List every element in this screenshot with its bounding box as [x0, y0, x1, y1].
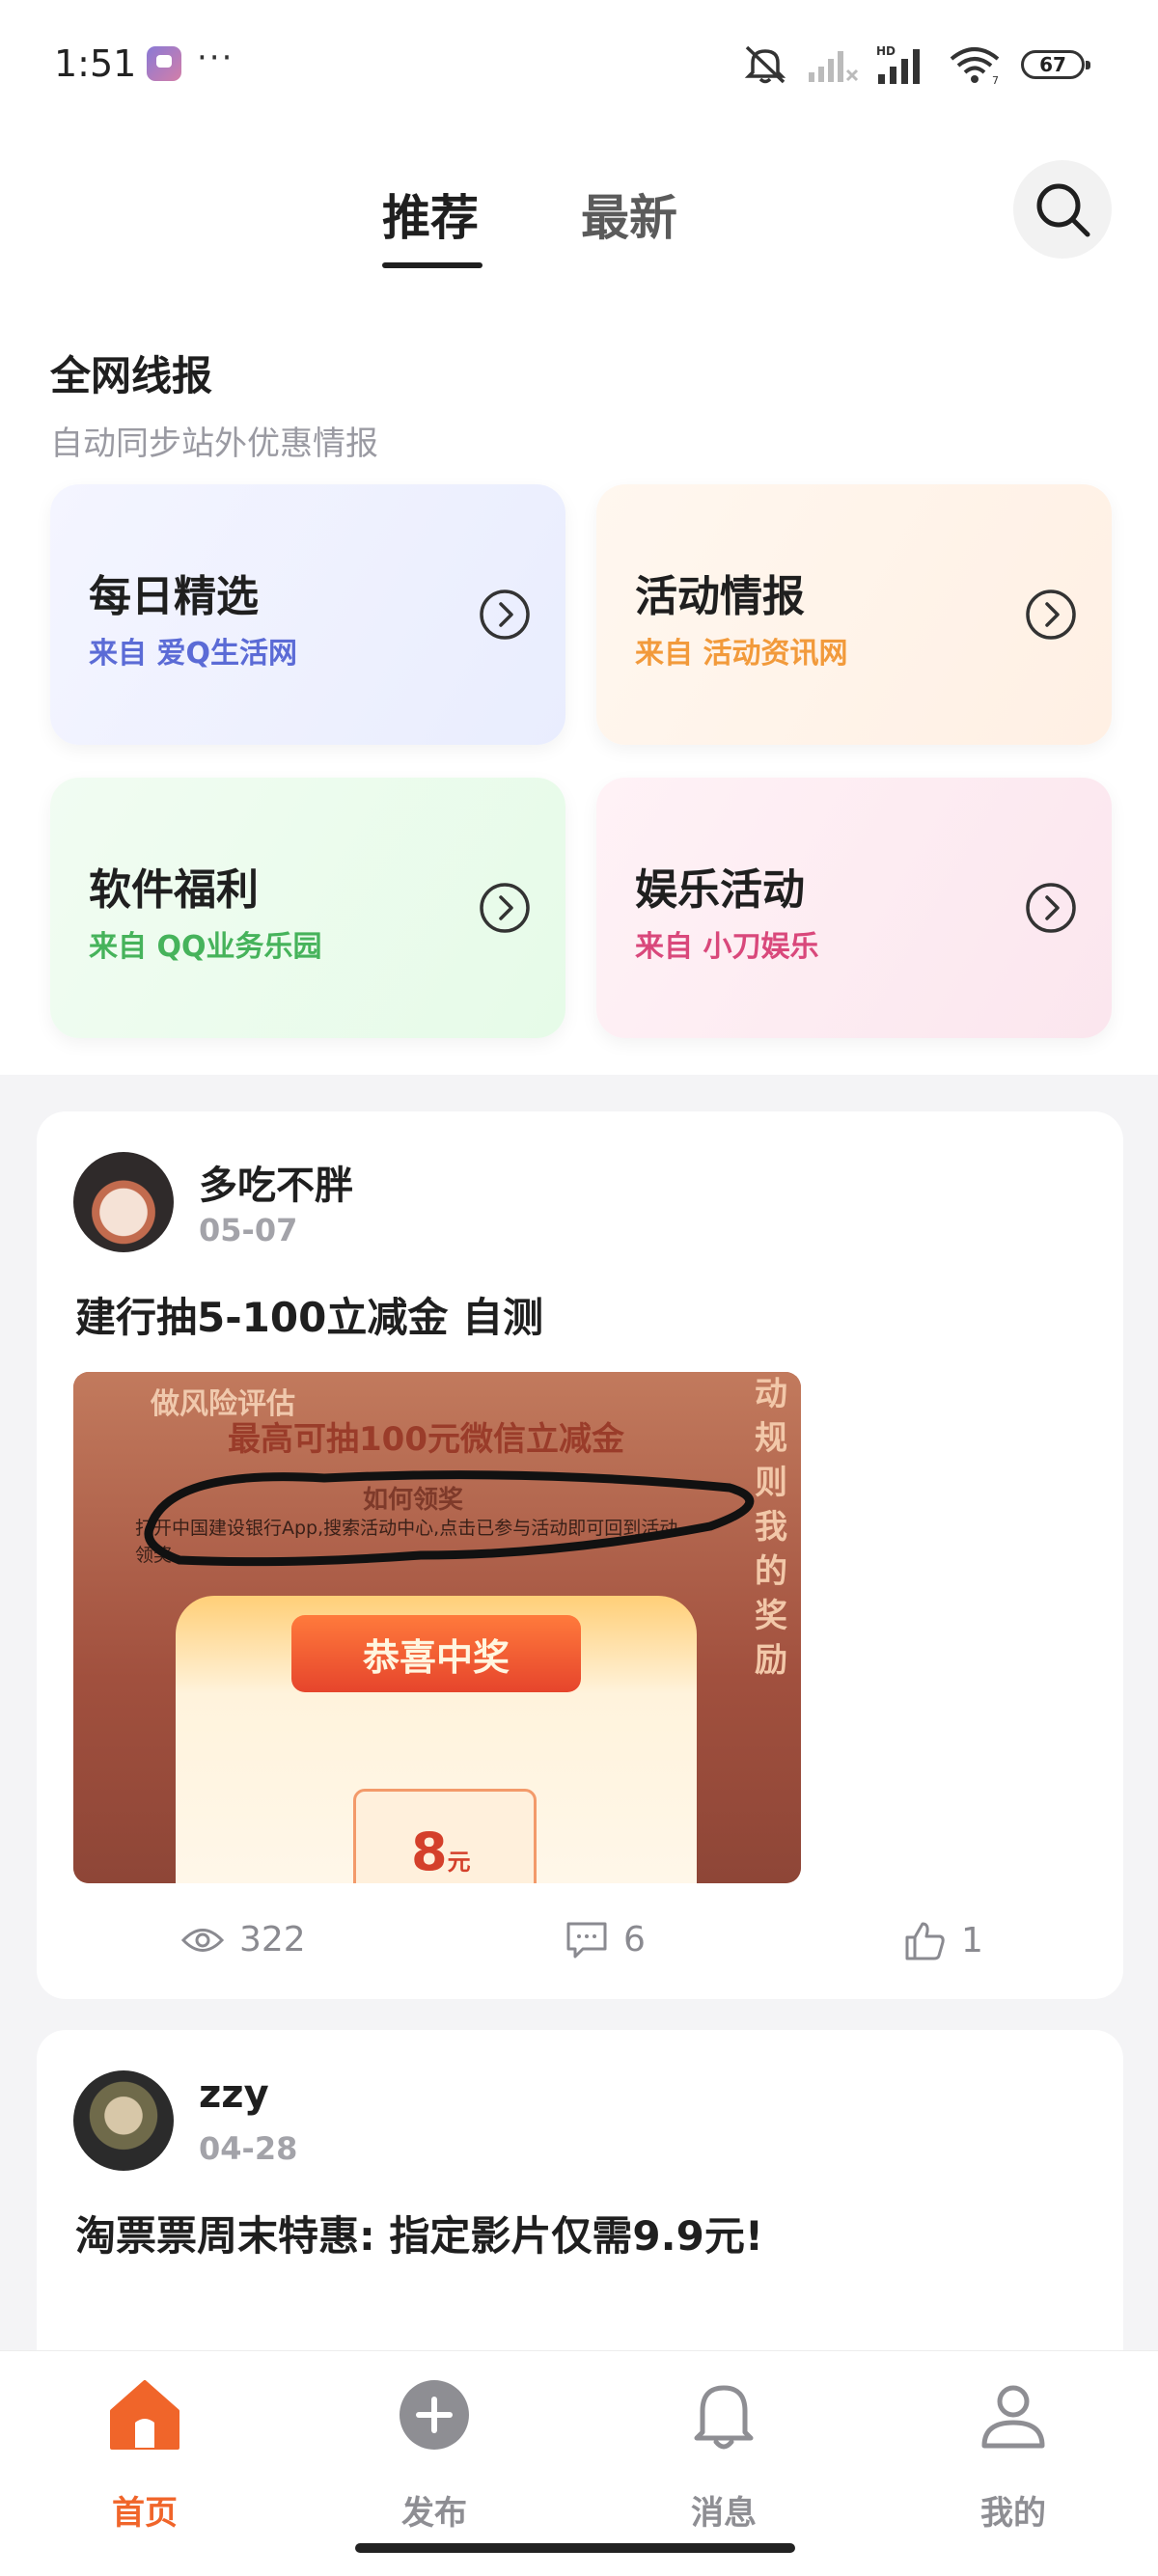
battery-icon: 67 — [1021, 50, 1090, 79]
chevron-right-circle-icon — [480, 883, 530, 933]
card-title: 活动情报 — [635, 572, 805, 621]
section-subtitle: 自动同步站外优惠情报 — [50, 425, 378, 463]
card-software-perks[interactable]: 软件福利 来自 QQ业务乐园 — [50, 778, 565, 1038]
image-text: 恭喜中奖 — [291, 1615, 581, 1692]
post-stats: 322 6 1 — [37, 1920, 1123, 1978]
views-count: 322 — [239, 1920, 306, 1959]
likes-count: 1 — [961, 1920, 983, 1960]
chevron-right-circle-icon — [480, 589, 530, 640]
card-source: 来自 QQ业务乐园 — [89, 930, 322, 964]
comments-count: 6 — [623, 1920, 646, 1959]
hd-signal-icon: HD — [876, 44, 920, 84]
card-entertainment[interactable]: 娱乐活动 来自 小刀娱乐 — [596, 778, 1112, 1038]
nav-label: 我的 — [980, 2494, 1046, 2533]
more-notifications-icon: ··· — [197, 39, 234, 77]
nav-label: 发布 — [401, 2494, 467, 2533]
nav-label: 消息 — [691, 2494, 757, 2533]
app-screen: 1:51 ··· HD 7 67 推荐 最新 全网线报 自动同步站外优惠情报 每… — [0, 0, 1158, 2576]
comments-button[interactable]: 6 — [565, 1920, 646, 1959]
chevron-right-circle-icon — [1026, 883, 1076, 933]
card-title: 每日精选 — [89, 572, 259, 621]
post-title[interactable]: 淘票票周末特惠: 指定影片仅需9.9元! — [75, 2204, 763, 2262]
avatar[interactable] — [73, 2070, 174, 2171]
section-title: 全网线报 — [50, 352, 213, 399]
tab-recommended[interactable]: 推荐 — [382, 179, 479, 249]
wifi-icon: 7 — [950, 47, 1000, 86]
status-right-icons: HD 7 67 — [741, 42, 1090, 87]
tab-latest[interactable]: 最新 — [581, 179, 677, 249]
feed-post[interactable]: 多吃不胖 05-07 建行抽5-100立减金 自测 做风险评估 最高可抽100元… — [37, 1111, 1123, 1999]
card-source: 来自 小刀娱乐 — [635, 930, 819, 964]
post-author[interactable]: zzy — [199, 2072, 269, 2117]
svg-text:7: 7 — [992, 74, 999, 86]
comment-icon — [566, 1922, 607, 1958]
active-tab-indicator — [382, 262, 482, 268]
signal-weak-icon — [809, 51, 859, 82]
card-title: 娱乐活动 — [635, 865, 805, 915]
like-button[interactable]: 1 — [903, 1920, 983, 1960]
nav-label: 首页 — [112, 2494, 178, 2533]
svg-text:HD: HD — [876, 44, 896, 58]
home-indicator[interactable] — [355, 2543, 795, 2553]
user-icon — [981, 2385, 1045, 2449]
mute-icon — [744, 45, 786, 84]
thumbs-up-icon — [905, 1922, 945, 1960]
post-image[interactable]: 做风险评估 最高可抽100元微信立减金 如何领奖 打开中国建设银行App,搜索活… — [73, 1372, 801, 1883]
chevron-right-circle-icon — [1026, 589, 1076, 640]
search-icon — [1036, 183, 1090, 237]
status-bar: 1:51 ··· HD 7 67 — [0, 0, 1158, 135]
card-source: 来自 活动资讯网 — [635, 637, 848, 671]
eye-icon — [181, 1928, 224, 1952]
bottom-nav: 首页 发布 消息 我的 — [0, 2350, 1158, 2576]
battery-level: 67 — [1039, 53, 1066, 76]
post-title[interactable]: 建行抽5-100立减金 自测 — [75, 1285, 543, 1344]
card-title: 软件福利 — [89, 865, 259, 915]
avatar[interactable] — [73, 1152, 174, 1252]
home-icon — [110, 2380, 179, 2450]
status-time: 1:51 — [54, 42, 137, 85]
post-date: 04-28 — [199, 2130, 298, 2167]
image-text: 8元 — [411, 1822, 471, 1882]
card-activity-intel[interactable]: 活动情报 来自 活动资讯网 — [596, 484, 1112, 745]
top-area: 1:51 ··· HD 7 67 推荐 最新 全网线报 自动同步站外优惠情报 每… — [0, 0, 1158, 1075]
amount-value: 8 — [411, 1822, 448, 1882]
views-stat: 322 — [181, 1920, 306, 1959]
bell-icon — [694, 2385, 754, 2450]
card-daily-picks[interactable]: 每日精选 来自 爱Q生活网 — [50, 484, 565, 745]
search-button[interactable] — [1013, 160, 1112, 259]
top-tabs: 推荐 最新 — [0, 154, 1158, 280]
amount-unit: 元 — [447, 1849, 471, 1876]
notification-app-icon — [147, 46, 181, 81]
add-circle-icon — [400, 2380, 469, 2450]
post-author[interactable]: 多吃不胖 — [199, 1154, 353, 1210]
post-date: 05-07 — [199, 1212, 298, 1248]
card-source: 来自 爱Q生活网 — [89, 637, 297, 671]
